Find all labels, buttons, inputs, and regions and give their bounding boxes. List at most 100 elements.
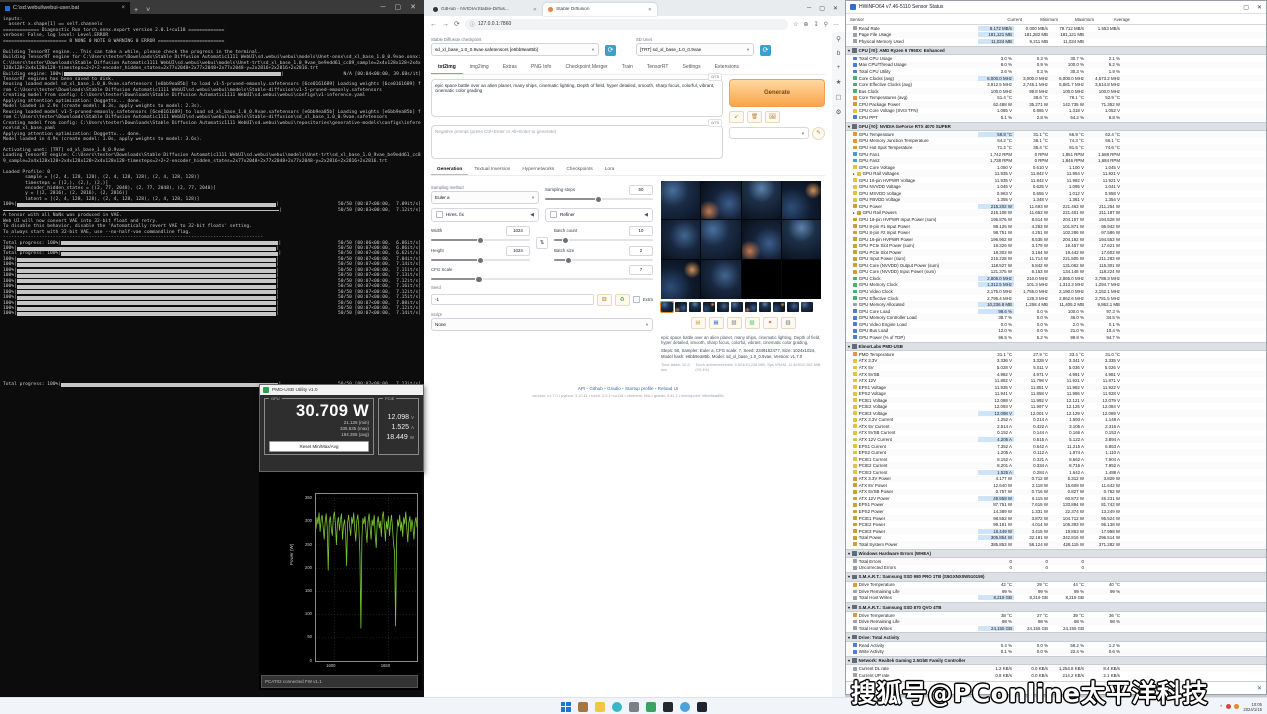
hwinfo-column-minimum[interactable]: Minimum: [1024, 17, 1060, 22]
gallery-thumbnail[interactable]: [675, 302, 687, 312]
hwinfo-section[interactable]: ▾Drive: Total Activity: [846, 632, 1266, 642]
hwinfo-section[interactable]: ▾GPU [#0]: NVIDIA GeForce RTX 4070 SUPER: [846, 122, 1266, 132]
hwinfo-column-average[interactable]: Average: [1096, 17, 1132, 22]
reuse-seed-button[interactable]: ♻: [615, 294, 630, 306]
hwinfo-section[interactable]: ▾Network: Realtek Gaming 2.5GbE Family C…: [846, 656, 1266, 666]
tab-checkpoint-merger[interactable]: Checkpoint Merger: [558, 62, 614, 74]
hwinfo-row[interactable]: GPU Power (% of TDP)96.5 %5.2 %99.8 %94.…: [846, 334, 1266, 341]
tab-tensorrt[interactable]: TensorRT: [640, 62, 676, 74]
new-tab-icon[interactable]: +: [130, 7, 142, 14]
navbar-action-icon[interactable]: …: [833, 21, 839, 28]
hires-fix-toggle[interactable]: Hires. fix◀: [431, 208, 539, 222]
generate-button[interactable]: Generate: [729, 79, 825, 107]
copilot-icon[interactable]: b: [837, 50, 841, 57]
collections-icon[interactable]: ▢: [835, 93, 841, 101]
hwinfo-section[interactable]: ▾S.M.A.R.T.: Samsung SSD 980 PRO 1TB (S5…: [846, 572, 1266, 582]
extra-seed-checkbox[interactable]: [633, 296, 640, 303]
swap-dimensions-button[interactable]: ⇅: [536, 237, 548, 249]
tray-status-icon[interactable]: [1234, 704, 1239, 709]
site-info-icon[interactable]: ⓘ: [470, 21, 475, 28]
navbar-action-icon[interactable]: ☆: [793, 21, 798, 28]
reset-minmax-button[interactable]: Reset Min/Max/Avg: [269, 441, 369, 452]
negative-prompt-input[interactable]: 0/75 Negative prompt (press Ctrl+Enter o…: [431, 125, 723, 159]
start-button[interactable]: [561, 702, 571, 712]
batch-count-input[interactable]: 10: [629, 226, 653, 236]
script-select[interactable]: None▼: [431, 318, 653, 331]
width-input[interactable]: 1024: [506, 226, 530, 236]
hwinfo-section[interactable]: ▾CPU [#0]: AMD Ryzen 9 7950X: Enhanced: [846, 46, 1266, 56]
paste-generation-params-button[interactable]: ↙: [729, 111, 744, 123]
terminal-body[interactable]: inputs: assert x.shape[1] == self.channe…: [0, 14, 424, 388]
clear-prompt-button[interactable]: 🗑: [747, 111, 762, 123]
tray-status-icon[interactable]: [1226, 704, 1231, 709]
cfg-scale-input[interactable]: 7: [629, 265, 653, 275]
subtab-lora[interactable]: Lora: [599, 165, 621, 175]
refresh-checkpoints-button[interactable]: ⟳: [605, 45, 616, 56]
forward-icon[interactable]: →: [442, 21, 449, 28]
tab-dropdown-icon[interactable]: ˅: [142, 7, 154, 14]
footer-link-github[interactable]: Github: [589, 386, 603, 391]
back-icon[interactable]: ←: [430, 21, 437, 28]
url-bar[interactable]: ⓘ 127.0.0.1:7860: [465, 19, 788, 30]
tray-chevron-icon[interactable]: ^: [1220, 704, 1222, 709]
tab-close-icon[interactable]: ✕: [533, 7, 537, 13]
refiner-expand-icon[interactable]: ◀: [644, 212, 648, 218]
send-to-extras-button[interactable]: ▥: [781, 317, 796, 329]
save-zip-button[interactable]: ▧: [727, 317, 742, 329]
gallery-thumbnail[interactable]: [703, 302, 715, 312]
edit-styles-button[interactable]: ✎: [812, 127, 825, 140]
browser-tab[interactable]: GitHub - NVIDIA/Stable-Diffus...✕: [428, 3, 542, 16]
terminal-icon[interactable]: [697, 702, 707, 712]
hires-expand-icon[interactable]: ◀: [530, 212, 534, 218]
subtab-generation[interactable]: Generation: [431, 165, 468, 175]
result-image[interactable]: [701, 220, 740, 259]
app-green-icon[interactable]: [646, 702, 656, 712]
steps-input[interactable]: 50: [629, 185, 653, 195]
open-folder-button[interactable]: ▤: [691, 317, 706, 329]
settings-icon[interactable]: ⚙: [836, 108, 842, 116]
result-image[interactable]: [742, 181, 781, 220]
navbar-action-icon[interactable]: ↧: [814, 21, 819, 28]
seed-input[interactable]: -1: [431, 294, 594, 305]
refresh-unet-button[interactable]: ⟳: [760, 45, 771, 56]
terminal-minimize-icon[interactable]: ─: [381, 4, 386, 11]
hwinfo-row[interactable]: Physical Memory Used11,034 MB9,211 MB11,…: [846, 38, 1266, 45]
navbar-action-icon[interactable]: ⚲: [824, 21, 828, 28]
height-slider[interactable]: [431, 259, 530, 261]
tab-close-icon[interactable]: ×: [121, 5, 125, 11]
send-to-inpaint-button[interactable]: ✦: [763, 317, 778, 329]
send-to-img2img-button[interactable]: ▨: [745, 317, 760, 329]
prompt-input[interactable]: 0/75 epic space battle over an alien pla…: [431, 79, 723, 117]
result-image[interactable]: [742, 220, 781, 259]
tab-extensions[interactable]: Extensions: [708, 62, 746, 74]
user-folder-icon[interactable]: [578, 702, 588, 712]
footer-link-startup-profile[interactable]: Startup profile: [625, 386, 654, 391]
refiner-toggle[interactable]: Refiner◀: [545, 208, 653, 222]
footer-link-gradio[interactable]: Gradio: [607, 386, 621, 391]
gallery-thumbnail[interactable]: [689, 302, 701, 312]
gallery-thumbnail[interactable]: [717, 302, 729, 312]
hwinfo-icon[interactable]: [629, 702, 639, 712]
gallery-thumbnail[interactable]: [661, 302, 673, 312]
checkmark-app-icon[interactable]: [680, 702, 690, 712]
gallery-thumbnail[interactable]: [801, 302, 813, 312]
hwinfo-row[interactable]: Total Host Writes24,155 GB24,155 GB24,15…: [846, 625, 1266, 632]
extra-networks-button[interactable]: 🖼: [765, 111, 780, 123]
result-image[interactable]: [701, 260, 740, 299]
file-explorer-icon[interactable]: [595, 702, 605, 712]
hwinfo-section[interactable]: ▾Windows Hardware Errors (WHEA): [846, 549, 1266, 559]
width-slider[interactable]: [431, 239, 530, 241]
gallery-thumbnail[interactable]: [731, 302, 743, 312]
terminal-tab[interactable]: C:\sd.webui\webui-user.bat ×: [0, 2, 130, 14]
hwinfo-row[interactable]: CPU PPT5.1 %2.8 %64.2 %6.8 %: [846, 114, 1266, 121]
result-image[interactable]: [661, 260, 700, 299]
result-image[interactable]: [782, 260, 821, 299]
hwinfo-row[interactable]: Total Host Writes8,219 GB8,219 GB8,219 G…: [846, 595, 1266, 602]
checkpoint-select[interactable]: sd_xl_base_1.0_0.9vae.safetensors [e6bb9…: [431, 43, 599, 56]
hwinfo-row[interactable]: Uncorrected Errors000: [846, 565, 1266, 572]
browser-minimize-icon[interactable]: ─: [807, 5, 811, 11]
hwinfo-row[interactable]: Total System Power385.853 W58.124 W428.1…: [846, 541, 1266, 548]
batch-size-slider[interactable]: [554, 259, 653, 261]
hwinfo-section[interactable]: ▾S.M.A.R.T.: Samsung SSD 870 QVO 4TB: [846, 602, 1266, 612]
browser-maximize-icon[interactable]: ▢: [819, 5, 825, 12]
